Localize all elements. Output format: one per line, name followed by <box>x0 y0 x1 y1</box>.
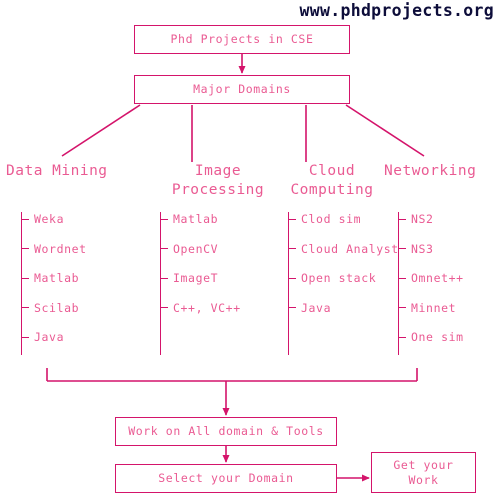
tool-bullet-tick-icon <box>398 277 406 279</box>
wire-major-to-networking <box>345 104 425 157</box>
tool-item[interactable]: Clod sim <box>288 212 361 226</box>
tool-item[interactable]: Wordnet <box>21 242 87 256</box>
tool-bullet-tick-icon <box>288 277 296 279</box>
tool-item-label: NS2 <box>411 212 434 226</box>
tool-item[interactable]: C++, VC++ <box>160 301 241 315</box>
tool-item-label: OpenCV <box>173 241 219 256</box>
tool-item-label: Cloud Analyst <box>301 241 399 256</box>
tool-item[interactable]: Java <box>288 301 331 315</box>
tool-item[interactable]: Open stack <box>288 271 376 285</box>
tool-bullet-tick-icon <box>160 307 168 308</box>
wire-major-to-data-mining <box>61 104 141 157</box>
tool-item-label: Scilab <box>34 300 80 315</box>
tool-item-label: Wordnet <box>34 241 87 256</box>
tool-item[interactable]: Omnet++ <box>398 271 464 285</box>
tool-bullet-tick-icon <box>21 248 29 249</box>
tool-item-label: NS3 <box>411 241 434 256</box>
tool-bullet-tick-icon <box>160 248 168 249</box>
tool-item[interactable]: Minnet <box>398 301 456 315</box>
tool-item-label: Weka <box>34 212 65 226</box>
node-major-domains[interactable]: Major Domains <box>134 75 350 104</box>
diagram-canvas: www.phdprojects.org Phd Projects in CSE … <box>0 0 500 500</box>
tool-item-label: Matlab <box>173 212 219 226</box>
tool-item[interactable]: OpenCV <box>160 242 218 256</box>
category-title-image-processing: Image Processing <box>171 163 265 198</box>
tool-bullet-tick-icon <box>398 248 406 249</box>
tool-bullet-tick-icon <box>21 336 29 338</box>
tool-item[interactable]: Weka <box>21 212 64 226</box>
tool-item-label: Open stack <box>301 271 377 285</box>
tool-bullet-tick-icon <box>398 307 406 308</box>
tool-bullet-tick-icon <box>398 336 406 338</box>
category-title-data-mining: Data Mining <box>6 163 108 179</box>
tool-item-label: One sim <box>411 330 464 344</box>
node-work-on-all-domain-and-tools[interactable]: Work on All domain & Tools <box>115 417 337 446</box>
tool-item-label: ImageT <box>173 271 219 285</box>
category-title-cloud-computing: Cloud Computing <box>290 163 374 198</box>
node-get-your-work[interactable]: Get your Work <box>371 452 476 493</box>
tool-item-label: Minnet <box>411 300 457 315</box>
tool-bullet-tick-icon <box>288 307 296 308</box>
tool-bullet-tick-icon <box>160 218 168 220</box>
tool-bullet-tick-icon <box>398 218 406 220</box>
node-select-your-domain[interactable]: Select your Domain <box>115 464 337 493</box>
tool-item[interactable]: Scilab <box>21 301 79 315</box>
tool-bullet-tick-icon <box>160 277 168 279</box>
category-title-networking: Networking <box>384 163 477 179</box>
tool-bullet-tick-icon <box>288 248 296 249</box>
tool-item-label: Omnet++ <box>411 271 464 285</box>
tool-item-label: C++, VC++ <box>173 300 241 315</box>
tool-bullet-tick-icon <box>21 307 29 308</box>
tool-item[interactable]: Matlab <box>21 271 79 285</box>
tool-item-label: Clod sim <box>301 212 362 226</box>
node-phd-projects-in-cse[interactable]: Phd Projects in CSE <box>134 25 350 54</box>
tool-item[interactable]: NS3 <box>398 242 434 256</box>
tool-bullet-tick-icon <box>21 277 29 279</box>
tool-item[interactable]: Java <box>21 330 64 344</box>
tool-item-label: Java <box>34 330 65 344</box>
site-url-watermark: www.phdprojects.org <box>299 1 494 20</box>
tool-bullet-tick-icon <box>21 218 29 220</box>
tool-bullet-tick-icon <box>288 218 296 220</box>
tool-item-label: Java <box>301 300 332 315</box>
tool-item[interactable]: NS2 <box>398 212 434 226</box>
tool-item[interactable]: ImageT <box>160 271 218 285</box>
tool-item[interactable]: Cloud Analyst <box>288 242 399 256</box>
tool-item[interactable]: One sim <box>398 330 464 344</box>
tool-item-label: Matlab <box>34 271 80 285</box>
tool-item[interactable]: Matlab <box>160 212 218 226</box>
